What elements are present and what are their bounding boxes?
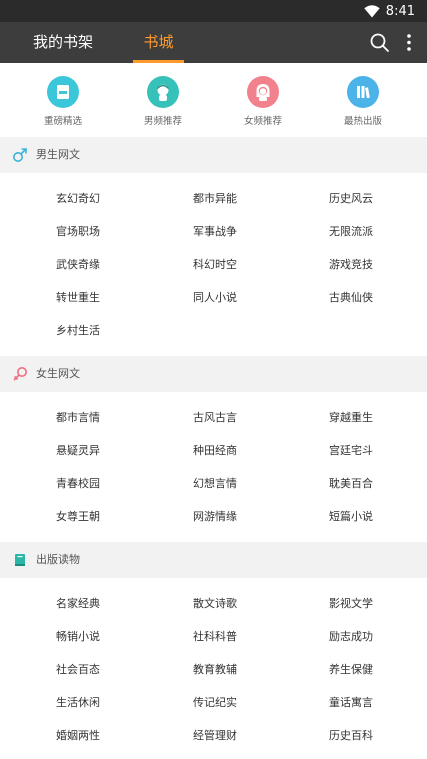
quick-label: 重磅精选 xyxy=(43,116,82,127)
category-link[interactable]: 历史百科 xyxy=(329,729,373,743)
category-grid-male: 玄幻奇幻 都市异能 历史风云 官场职场 军事战争 无限流派 武侠奇缘 科幻时空 … xyxy=(0,173,427,356)
category-link[interactable]: 短篇小说 xyxy=(329,510,373,524)
category-link[interactable]: 童话寓言 xyxy=(329,696,373,710)
app-bar: 我的书架 书城 xyxy=(0,22,427,63)
section-title: 女生网文 xyxy=(36,367,80,380)
category-link[interactable]: 畅销小说 xyxy=(56,630,100,644)
status-time: 8:41 xyxy=(385,3,415,19)
quick-label: 男频推荐 xyxy=(143,116,182,127)
quick-label: 最热出版 xyxy=(343,116,382,127)
category-link[interactable]: 社科科普 xyxy=(193,630,237,644)
female-symbol-icon xyxy=(13,367,27,381)
category-link[interactable]: 乡村生活 xyxy=(56,324,100,338)
category-link[interactable]: 玄幻奇幻 xyxy=(56,192,100,206)
bookshelf-icon xyxy=(357,86,370,99)
section-header-published: 出版读物 xyxy=(0,542,427,578)
category-link[interactable]: 穿越重生 xyxy=(329,411,373,425)
wifi-icon xyxy=(364,4,380,17)
quick-label: 女频推荐 xyxy=(243,116,282,127)
category-link[interactable]: 社会百态 xyxy=(56,663,100,677)
category-link[interactable]: 科幻时空 xyxy=(193,258,237,272)
quick-item-male-recommend[interactable]: 男频推荐 xyxy=(123,76,203,127)
category-link[interactable]: 养生保健 xyxy=(329,663,373,677)
quick-item-featured[interactable]: 重磅精选 xyxy=(23,76,103,127)
hot-publish-circle xyxy=(347,76,379,108)
more-options-button[interactable] xyxy=(402,32,416,53)
female-recommend-circle xyxy=(247,76,279,108)
boy-avatar-icon xyxy=(157,84,169,101)
quick-entry-row: 重磅精选 男频推荐 女频推荐 最热出版 xyxy=(0,63,427,137)
category-link[interactable]: 古典仙侠 xyxy=(329,291,373,305)
category-link[interactable]: 名家经典 xyxy=(56,597,100,611)
category-link[interactable]: 青春校园 xyxy=(56,477,100,491)
male-symbol-icon xyxy=(13,148,27,162)
category-link[interactable]: 转世重生 xyxy=(56,291,100,305)
category-link[interactable]: 无限流派 xyxy=(329,225,373,239)
category-link[interactable]: 武侠奇缘 xyxy=(56,258,100,272)
category-link[interactable]: 婚姻两性 xyxy=(56,729,100,743)
category-link[interactable]: 励志成功 xyxy=(329,630,373,644)
category-link[interactable]: 古风古言 xyxy=(193,411,237,425)
male-recommend-circle xyxy=(147,76,179,108)
category-link[interactable]: 女尊王朝 xyxy=(56,510,100,524)
girl-avatar-icon xyxy=(256,84,270,101)
tab-my-bookshelf[interactable]: 我的书架 xyxy=(30,22,96,63)
category-link[interactable]: 历史风云 xyxy=(329,192,373,206)
category-link[interactable]: 种田经商 xyxy=(193,444,237,458)
category-link[interactable]: 官场职场 xyxy=(56,225,100,239)
category-link[interactable]: 影视文学 xyxy=(329,597,373,611)
book-icon xyxy=(15,554,25,566)
category-link[interactable]: 散文诗歌 xyxy=(193,597,237,611)
section-title: 出版读物 xyxy=(36,553,80,566)
category-grid-published: 名家经典 散文诗歌 影视文学 畅销小说 社科科普 励志成功 社会百态 教育教辅 … xyxy=(0,578,427,759)
category-link[interactable]: 传记纪实 xyxy=(193,696,237,710)
category-link[interactable]: 宫廷宅斗 xyxy=(329,444,373,458)
search-icon xyxy=(370,33,389,52)
category-link[interactable]: 教育教辅 xyxy=(193,663,237,677)
category-link[interactable]: 同人小说 xyxy=(193,291,237,305)
more-vertical-icon xyxy=(407,34,411,51)
category-link[interactable]: 都市异能 xyxy=(193,192,237,206)
section-title: 男生网文 xyxy=(36,148,80,161)
featured-circle xyxy=(47,76,79,108)
quick-item-hot-publish[interactable]: 最热出版 xyxy=(323,76,403,127)
category-link[interactable]: 经管理财 xyxy=(193,729,237,743)
category-link[interactable]: 悬疑灵异 xyxy=(56,444,100,458)
quick-item-female-recommend[interactable]: 女频推荐 xyxy=(223,76,303,127)
book-cover-icon xyxy=(57,85,69,99)
category-link[interactable]: 网游情缘 xyxy=(193,510,237,524)
category-link[interactable]: 游戏竞技 xyxy=(329,258,373,272)
section-header-male: 男生网文 xyxy=(0,137,427,173)
search-button[interactable] xyxy=(369,32,390,53)
category-link[interactable]: 都市言情 xyxy=(56,411,100,425)
status-bar: 8:41 xyxy=(0,0,427,22)
tab-bookstore[interactable]: 书城 xyxy=(133,22,184,63)
category-link[interactable]: 耽美百合 xyxy=(329,477,373,491)
section-header-female: 女生网文 xyxy=(0,356,427,392)
category-link[interactable]: 军事战争 xyxy=(193,225,237,239)
category-grid-female: 都市言情 古风古言 穿越重生 悬疑灵异 种田经商 宫廷宅斗 青春校园 幻想言情 … xyxy=(0,392,427,542)
category-link[interactable]: 幻想言情 xyxy=(193,477,237,491)
category-link[interactable]: 生活休闲 xyxy=(56,696,100,710)
